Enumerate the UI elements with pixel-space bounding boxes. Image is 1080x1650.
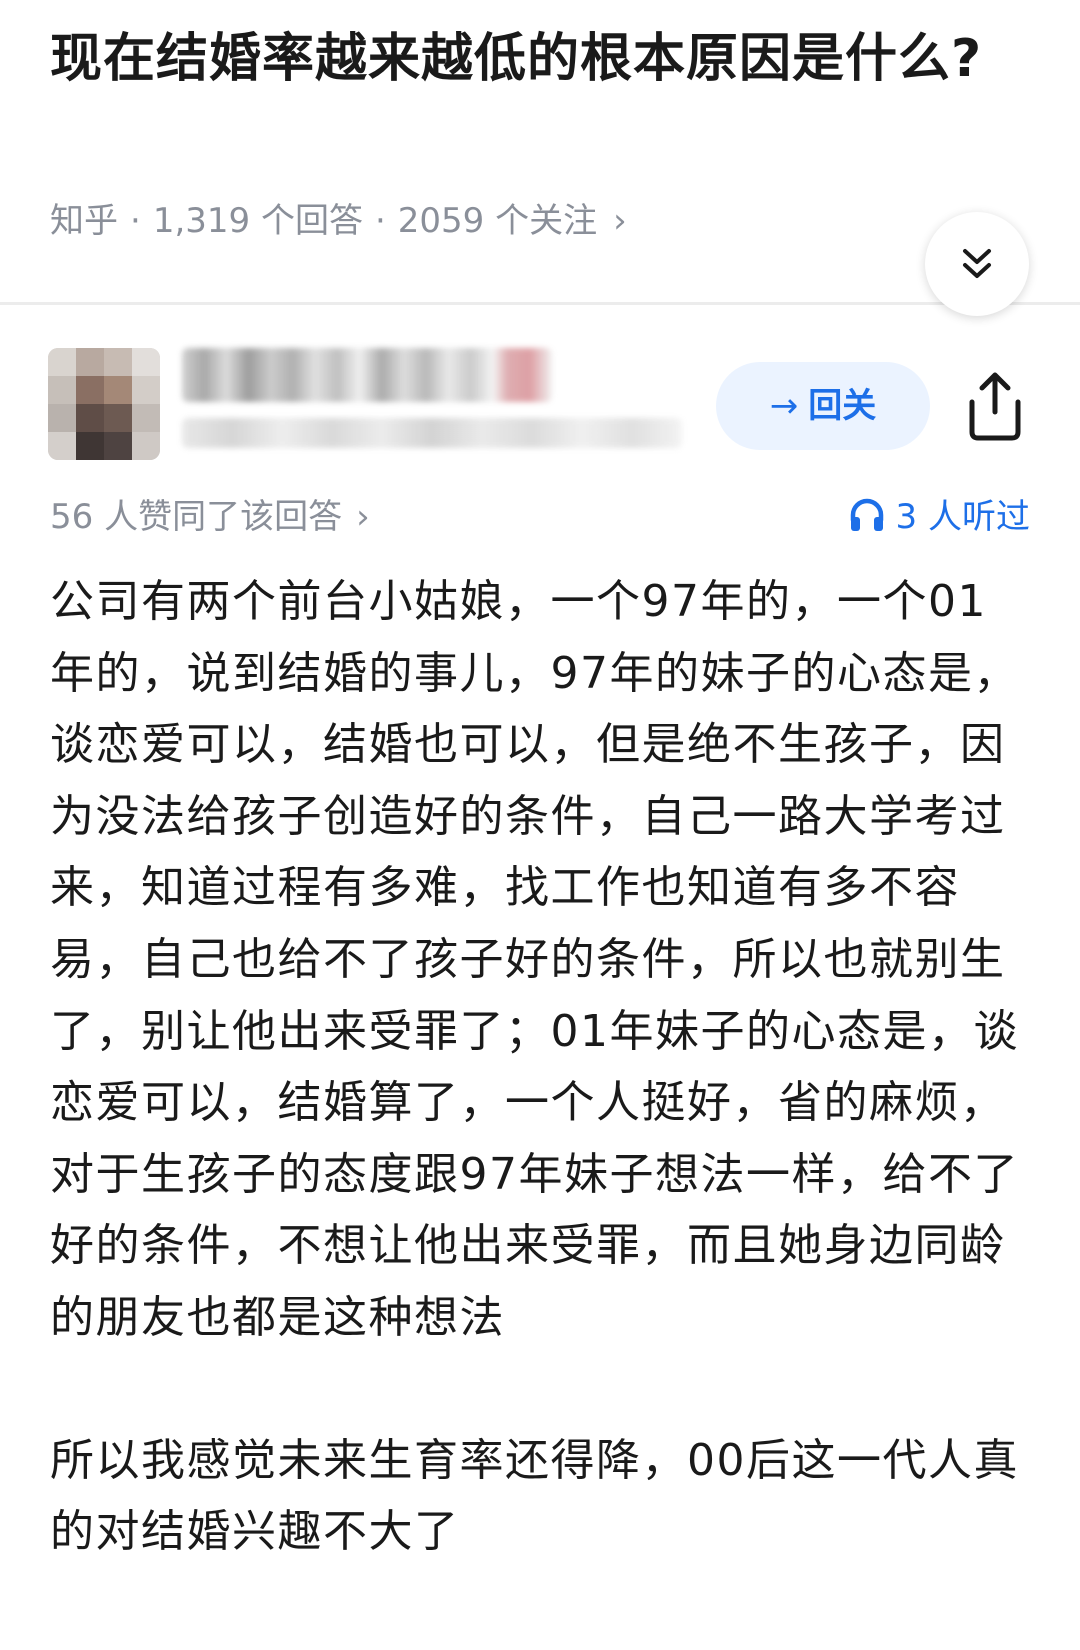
listen-count-label: 3 人听过: [895, 497, 1030, 537]
answer-paragraph: 所以我感觉未来生育率还得降，00后这一代人真的对结婚兴趣不大了: [50, 1434, 1019, 1558]
question-meta[interactable]: 知乎 · 1,319 个回答 · 2059 个关注 ›: [50, 196, 627, 246]
listen-count[interactable]: 3 人听过: [848, 490, 1030, 544]
author-bio-redacted: [182, 418, 682, 448]
follow-back-button[interactable]: → 回关: [716, 362, 930, 450]
source-label: 知乎: [50, 201, 118, 241]
headphones-icon: [850, 498, 883, 531]
chevron-right-icon: ›: [613, 201, 627, 241]
upvote-summary[interactable]: 56 人赞同了该回答 ›: [50, 490, 370, 544]
answer-paragraph: 公司有两个前台小姑娘，一个97年的，一个01年的，说到结婚的事儿，97年的妹子的…: [50, 576, 1019, 1343]
share-icon: [969, 372, 1021, 441]
answer-page: 现在结婚率越来越低的根本原因是什么? 知乎 · 1,319 个回答 · 2059 个关注…: [0, 0, 1080, 1650]
follower-count: 2059 个关注: [397, 201, 598, 241]
answer-body: 公司有两个前台小姑娘，一个97年的，一个01年的，说到结婚的事儿，97年的妹子的…: [50, 566, 1025, 1568]
upvote-count: 56 人赞同了该回答: [50, 497, 343, 537]
question-header: 现在结婚率越来越低的根本原因是什么? 知乎 · 1,319 个回答 · 2059 个关注…: [0, 0, 1080, 305]
meta-separator: ·: [130, 201, 141, 241]
chevron-right-icon: ›: [356, 497, 370, 537]
stats-row: 56 人赞同了该回答 › 3 人听过: [0, 490, 1080, 544]
author-name-redacted[interactable]: [182, 348, 552, 402]
answer-count: 1,319 个回答: [152, 201, 363, 241]
share-button[interactable]: [960, 368, 1030, 444]
author-row: → 回关: [0, 340, 1080, 470]
double-chevron-down-icon: [963, 249, 991, 278]
question-title[interactable]: 现在结婚率越来越低的根本原因是什么?: [50, 22, 990, 96]
collapse-button[interactable]: [925, 212, 1029, 316]
meta-separator: ·: [374, 201, 386, 241]
arrow-right-icon: →: [769, 386, 799, 426]
avatar[interactable]: [48, 348, 160, 460]
follow-back-label: 回关: [808, 386, 877, 426]
